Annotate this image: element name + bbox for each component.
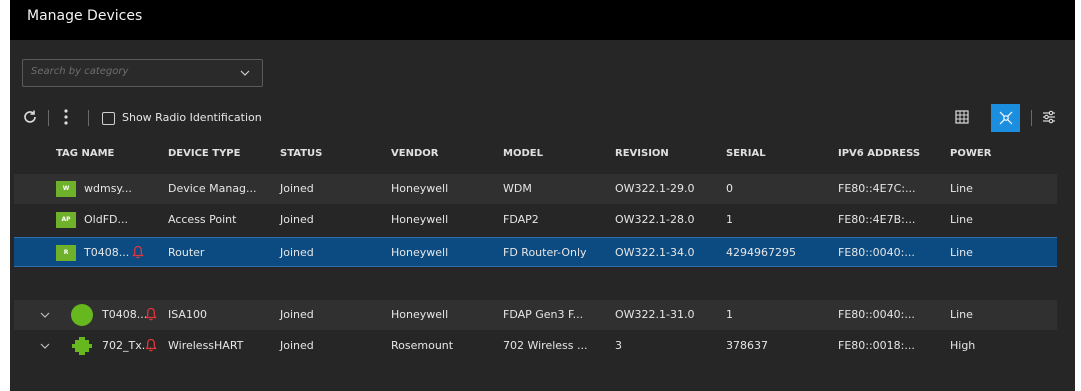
serial-cell: 4294967295	[726, 246, 796, 259]
ipv6-address-cell: FE80::0040:...	[838, 246, 915, 259]
table-row[interactable]: 702_Tx... WirelessHART Joined Rosemount …	[14, 331, 1057, 361]
device-type-cell: ISA100	[168, 308, 207, 321]
filter-settings-icon[interactable]	[1042, 110, 1056, 124]
status-cell: Joined	[280, 213, 314, 226]
wirelesshart-device-icon	[72, 337, 92, 355]
ipv6-address-cell: FE80::4E7C:...	[838, 182, 916, 195]
model-cell: FDAP Gen3 F...	[503, 308, 584, 321]
alarm-bell-icon	[145, 338, 157, 352]
toolbar-divider	[88, 110, 89, 126]
toolbar-divider	[1031, 110, 1032, 126]
window-edge	[1075, 0, 1081, 391]
ipv6-address-cell: FE80::0018:...	[838, 339, 915, 352]
alarm-bell-icon	[132, 245, 144, 259]
table-row[interactable]: T0408... ISA100 Joined Honeywell FDAP Ge…	[14, 300, 1057, 330]
serial-cell: 1	[726, 308, 733, 321]
alarm-bell-icon	[145, 307, 157, 321]
power-cell: Line	[950, 246, 973, 259]
vendor-cell: Honeywell	[391, 308, 449, 321]
model-cell: 702 Wireless ...	[503, 339, 588, 352]
chevron-down-icon[interactable]	[240, 68, 250, 78]
toolbar: Show Radio Identification	[10, 104, 1081, 132]
manage-devices-window: Manage Devices Show Radio Identification	[10, 0, 1081, 391]
column-header-ipv6-address[interactable]: IPV6 ADDRESS	[838, 148, 920, 159]
power-cell: Line	[950, 308, 973, 321]
serial-cell: 0	[726, 182, 733, 195]
table-row[interactable]: AP OldFD... Access Point Joined Honeywel…	[14, 205, 1057, 235]
device-type-cell: Device Manag...	[168, 182, 257, 195]
ipv6-address-cell: FE80::4E7B:...	[838, 213, 916, 226]
vendor-cell: Honeywell	[391, 182, 449, 195]
power-cell: High	[950, 339, 976, 352]
show-radio-identification-checkbox[interactable]	[102, 112, 115, 125]
grid-view-icon[interactable]	[955, 110, 969, 124]
power-cell: Line	[950, 182, 973, 195]
network-topology-icon	[999, 111, 1013, 125]
ipv6-address-cell: FE80::0040:...	[838, 308, 915, 321]
more-options-icon[interactable]	[58, 107, 74, 127]
network-view-button[interactable]	[991, 104, 1020, 132]
column-header-status[interactable]: STATUS	[280, 148, 322, 159]
device-type-badge: W	[56, 181, 76, 197]
tag-name-cell: T0408...	[84, 246, 130, 259]
page-title: Manage Devices	[27, 8, 143, 24]
status-cell: Joined	[280, 182, 314, 195]
column-header-power[interactable]: POWER	[950, 148, 991, 159]
revision-cell: OW322.1-29.0	[615, 182, 695, 195]
tag-name-cell: T0408...	[102, 308, 148, 321]
device-type-badge: R	[56, 245, 76, 261]
device-type-cell: Router	[168, 246, 205, 259]
device-type-cell: WirelessHART	[168, 339, 244, 352]
power-cell: Line	[950, 213, 973, 226]
chevron-down-icon[interactable]	[40, 310, 50, 320]
table-row[interactable]: W wdmsy... Device Manag... Joined Honeyw…	[14, 174, 1057, 204]
show-radio-identification-label: Show Radio Identification	[122, 111, 262, 124]
revision-cell: OW322.1-34.0	[615, 246, 695, 259]
search-input[interactable]	[31, 66, 221, 77]
chevron-down-icon[interactable]	[40, 341, 50, 351]
title-bar: Manage Devices	[10, 0, 1081, 40]
device-type-cell: Access Point	[168, 213, 237, 226]
model-cell: WDM	[503, 182, 532, 195]
status-cell: Joined	[280, 339, 314, 352]
column-header-device-type[interactable]: DEVICE TYPE	[168, 148, 240, 159]
column-header-model[interactable]: MODEL	[503, 148, 543, 159]
serial-cell: 378637	[726, 339, 768, 352]
vendor-cell: Honeywell	[391, 246, 449, 259]
revision-cell: OW322.1-28.0	[615, 213, 695, 226]
revision-cell: 3	[615, 339, 622, 352]
device-type-badge: AP	[56, 212, 76, 228]
table-row-selected[interactable]: R T0408... Router Joined Honeywell FD Ro…	[14, 237, 1057, 267]
toolbar-divider	[48, 110, 49, 126]
category-search-dropdown[interactable]	[22, 59, 263, 87]
model-cell: FD Router-Only	[503, 246, 587, 259]
revision-cell: OW322.1-31.0	[615, 308, 695, 321]
table-header: TAG NAME DEVICE TYPE STATUS VENDOR MODEL…	[10, 141, 1070, 167]
tag-name-cell: OldFD...	[84, 213, 128, 226]
column-header-serial[interactable]: SERIAL	[726, 148, 766, 159]
status-cell: Joined	[280, 308, 314, 321]
vendor-cell: Honeywell	[391, 213, 449, 226]
model-cell: FDAP2	[503, 213, 539, 226]
column-header-vendor[interactable]: VENDOR	[391, 148, 438, 159]
vendor-cell: Rosemount	[391, 339, 454, 352]
isa100-device-icon	[71, 304, 93, 326]
tag-name-cell: wdmsy...	[84, 182, 132, 195]
status-cell: Joined	[280, 246, 314, 259]
refresh-icon[interactable]	[22, 109, 38, 125]
serial-cell: 1	[726, 213, 733, 226]
column-header-tag-name[interactable]: TAG NAME	[56, 148, 114, 159]
column-header-revision[interactable]: REVISION	[615, 148, 669, 159]
